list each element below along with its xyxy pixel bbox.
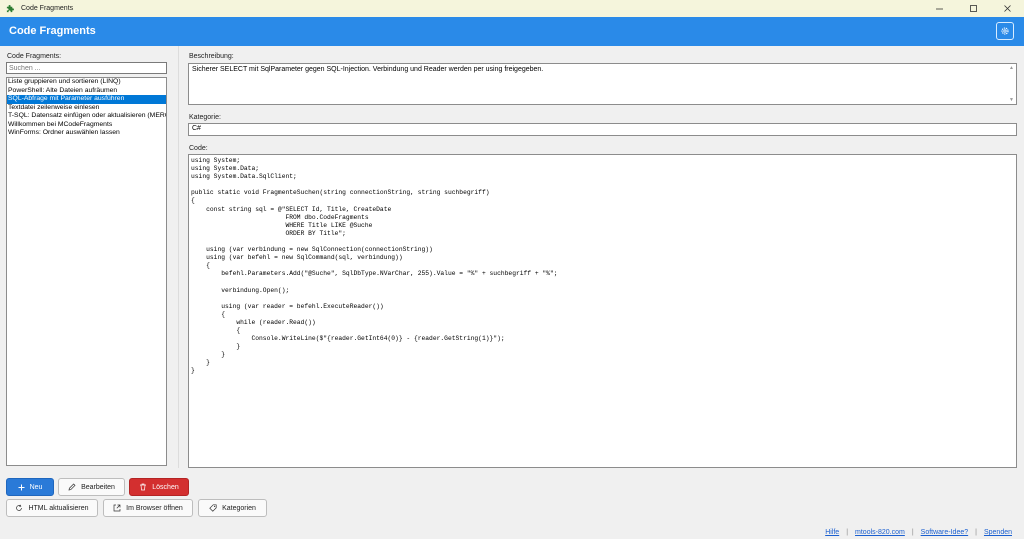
edit-button-label: Bearbeiten bbox=[81, 483, 115, 491]
html-refresh-label: HTML aktualisieren bbox=[28, 504, 89, 512]
list-item[interactable]: WinForms: Ordner auswählen lassen bbox=[7, 129, 166, 138]
edit-button[interactable]: Bearbeiten bbox=[58, 478, 125, 496]
list-item[interactable]: PowerShell: Alte Dateien aufräumen bbox=[7, 87, 166, 96]
description-value: Sicherer SELECT mit SqlParameter gegen S… bbox=[192, 66, 544, 73]
trash-icon bbox=[140, 483, 147, 491]
pencil-icon bbox=[68, 483, 76, 491]
category-field[interactable]: C# bbox=[188, 123, 1017, 136]
footer-separator: | bbox=[975, 529, 977, 536]
software-idea-link[interactable]: Software-Idee? bbox=[921, 529, 968, 536]
code-editor[interactable]: using System; using System.Data; using S… bbox=[188, 154, 1017, 468]
new-button[interactable]: Neu bbox=[6, 478, 54, 496]
code-label: Code: bbox=[189, 145, 208, 152]
categories-button[interactable]: Kategorien bbox=[198, 499, 267, 517]
delete-button[interactable]: Löschen bbox=[129, 478, 189, 496]
search-input[interactable] bbox=[6, 62, 167, 74]
open-browser-label: Im Browser öffnen bbox=[126, 504, 183, 512]
open-browser-button[interactable]: Im Browser öffnen bbox=[103, 499, 193, 517]
footer-separator: | bbox=[846, 529, 849, 536]
html-refresh-button[interactable]: HTML aktualisieren bbox=[6, 499, 98, 517]
help-link[interactable]: Hilfe bbox=[825, 529, 839, 536]
detail-panel: Beschreibung: Sicherer SELECT mit SqlPar… bbox=[180, 46, 1024, 468]
donate-link[interactable]: Spenden bbox=[984, 529, 1012, 536]
categories-label: Kategorien bbox=[222, 504, 256, 512]
delete-button-label: Löschen bbox=[152, 483, 179, 491]
website-link[interactable]: mtools-820.com bbox=[855, 529, 905, 536]
puzzle-icon bbox=[6, 5, 14, 13]
tag-icon bbox=[209, 504, 217, 512]
close-icon[interactable] bbox=[990, 0, 1024, 17]
footer-links: Hilfe | mtools-820.com | Software-Idee? … bbox=[825, 529, 1012, 536]
category-label: Kategorie: bbox=[189, 114, 221, 121]
scroll-down-icon[interactable]: ▼ bbox=[1009, 97, 1014, 103]
sidebar: Code Fragments: Liste gruppieren und sor… bbox=[0, 46, 179, 468]
sidebar-label: Code Fragments: bbox=[7, 53, 62, 60]
gear-icon bbox=[1001, 27, 1009, 35]
external-link-icon bbox=[113, 504, 121, 512]
list-item[interactable]: T-SQL: Datensatz einfügen oder aktualisi… bbox=[7, 112, 166, 121]
list-item[interactable]: SQL-Abfrage mit Parameter ausführen bbox=[7, 95, 166, 104]
scroll-up-icon[interactable]: ▲ bbox=[1009, 65, 1014, 71]
category-value: C# bbox=[192, 125, 201, 132]
minimize-icon[interactable] bbox=[922, 0, 956, 17]
app-window: Code Fragments Code Fragments Code Fragm… bbox=[0, 0, 1024, 539]
window-title: Code Fragments bbox=[21, 5, 74, 12]
new-button-label: Neu bbox=[29, 483, 43, 491]
plus-icon bbox=[18, 484, 25, 490]
list-item[interactable]: Textdatei zeilenweise einlesen bbox=[7, 104, 166, 113]
window-titlebar: Code Fragments bbox=[0, 0, 1024, 17]
app-title: Code Fragments bbox=[9, 25, 96, 37]
settings-button[interactable] bbox=[996, 22, 1014, 40]
list-item[interactable]: Willkommen bei MCodeFragments bbox=[7, 121, 166, 130]
description-field[interactable]: Sicherer SELECT mit SqlParameter gegen S… bbox=[188, 63, 1017, 105]
refresh-icon bbox=[16, 504, 23, 511]
description-scrollbar[interactable]: ▲ ▼ bbox=[1008, 64, 1016, 104]
fragment-list[interactable]: Liste gruppieren und sortieren (LINQ) Pow… bbox=[6, 77, 167, 466]
maximize-icon[interactable] bbox=[956, 0, 990, 17]
description-label: Beschreibung: bbox=[189, 53, 234, 60]
list-item[interactable]: Liste gruppieren und sortieren (LINQ) bbox=[7, 78, 166, 87]
app-header: Code Fragments bbox=[0, 17, 1024, 46]
footer-separator: | bbox=[911, 529, 914, 536]
